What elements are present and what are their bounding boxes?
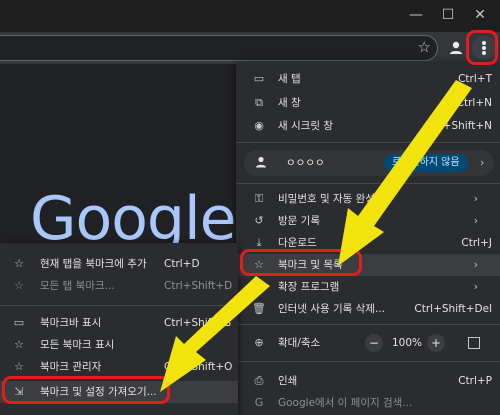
annotation-arrows <box>160 80 472 392</box>
arrow-to-import <box>160 276 270 392</box>
arrow-to-bookmarks <box>338 80 472 266</box>
